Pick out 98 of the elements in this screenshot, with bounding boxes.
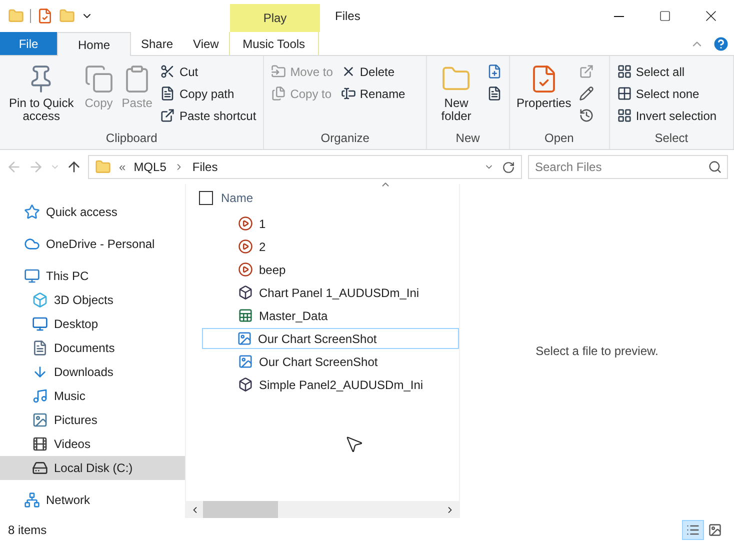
column-header[interactable]: Name bbox=[221, 191, 254, 205]
monitor-icon bbox=[24, 268, 40, 284]
ribbon-button[interactable]: Paste shortcut bbox=[157, 106, 260, 125]
scissors-icon bbox=[160, 64, 176, 79]
group-label: New bbox=[454, 131, 481, 147]
folder-icon bbox=[95, 159, 111, 175]
shortcut-icon bbox=[160, 108, 176, 123]
nav-item[interactable]: Desktop bbox=[0, 312, 185, 336]
star-icon bbox=[24, 204, 40, 220]
group-label: Clipboard bbox=[104, 131, 158, 147]
ribbon-button[interactable]: Invert selection bbox=[614, 106, 720, 125]
ribbon-button[interactable]: Properties bbox=[514, 60, 574, 114]
picture-icon bbox=[32, 412, 48, 428]
nav-item[interactable]: Quick access bbox=[0, 200, 185, 224]
nav-item[interactable]: Videos bbox=[0, 432, 185, 456]
invert-selection-icon bbox=[616, 108, 632, 123]
refresh-icon bbox=[502, 160, 515, 174]
spreadsheet-icon bbox=[238, 308, 253, 323]
copy-to-icon bbox=[271, 86, 286, 101]
ribbon-button[interactable]: Select none bbox=[614, 84, 720, 103]
copy-icon bbox=[84, 64, 114, 94]
folder-icon bbox=[8, 8, 24, 24]
new-folder-icon bbox=[59, 8, 75, 24]
file-row[interactable]: 2 bbox=[202, 236, 459, 257]
nav-item[interactable]: Local Disk (C:) bbox=[0, 456, 185, 480]
ribbon-button[interactable]: Rename bbox=[338, 84, 408, 103]
file-row[interactable]: 1 bbox=[202, 213, 459, 234]
ribbon-button[interactable]: Copy path bbox=[157, 84, 260, 103]
ribbon-button[interactable]: New folder bbox=[431, 60, 482, 127]
group-label: Open bbox=[543, 131, 575, 147]
preview-message: Select a file to preview. bbox=[536, 344, 658, 358]
download-arrow-icon bbox=[32, 364, 48, 380]
network-icon bbox=[24, 492, 40, 508]
history-icon bbox=[579, 108, 594, 123]
group-label: Organize bbox=[320, 131, 370, 147]
ribbon-button[interactable]: Select all bbox=[614, 62, 720, 81]
ribbon-tab[interactable]: File bbox=[0, 32, 57, 55]
up-button[interactable] bbox=[66, 159, 82, 175]
rename-icon bbox=[340, 86, 356, 101]
move-to-icon bbox=[271, 64, 286, 79]
audio-file-icon bbox=[238, 216, 253, 231]
image-file-icon bbox=[237, 331, 252, 346]
music-note-icon bbox=[32, 388, 48, 404]
new-item-icon bbox=[486, 64, 502, 79]
nav-item[interactable]: Pictures bbox=[0, 408, 185, 432]
ribbon-button[interactable]: Pin to Quick access bbox=[4, 60, 79, 127]
select-all-icon bbox=[616, 64, 632, 79]
copy-path-icon bbox=[160, 86, 176, 101]
search-icon bbox=[708, 160, 722, 174]
nav-item[interactable]: Network bbox=[0, 488, 185, 512]
film-icon bbox=[32, 436, 48, 452]
file-row[interactable]: Master_Data bbox=[202, 305, 459, 326]
maximize-icon bbox=[659, 10, 671, 22]
contextual-tab-header: Play bbox=[230, 4, 320, 32]
file-row[interactable]: beep bbox=[202, 259, 459, 280]
breadcrumb-overflow[interactable]: « bbox=[119, 160, 126, 174]
horizontal-scrollbar[interactable] bbox=[186, 501, 459, 518]
ribbon-tab[interactable]: Music Tools bbox=[228, 32, 319, 55]
ribbon-tab[interactable]: View bbox=[183, 32, 229, 55]
ribbon-button[interactable]: Cut bbox=[157, 62, 260, 81]
details-view-icon bbox=[686, 523, 700, 537]
cloud-icon bbox=[24, 236, 40, 252]
breadcrumb[interactable]: Files bbox=[192, 160, 218, 174]
audio-file-icon bbox=[238, 262, 253, 277]
cube-icon bbox=[32, 292, 48, 308]
file-row[interactable]: Our Chart ScreenShot bbox=[202, 328, 459, 349]
group-label: Select bbox=[654, 131, 690, 147]
window-title: Files bbox=[335, 8, 362, 25]
select-none-icon bbox=[616, 86, 632, 101]
audio-file-icon bbox=[238, 239, 253, 254]
address-bar[interactable]: « MQL5 Files bbox=[88, 155, 522, 179]
item-count: 8 items bbox=[8, 523, 47, 537]
properties-icon bbox=[37, 8, 53, 24]
ribbon-tab[interactable]: Home bbox=[57, 32, 131, 56]
select-all-checkbox[interactable] bbox=[199, 191, 213, 205]
ribbon-button[interactable]: Delete bbox=[338, 62, 408, 81]
nav-item[interactable]: Downloads bbox=[0, 360, 185, 384]
breadcrumb[interactable]: MQL5 bbox=[134, 160, 166, 174]
view-button[interactable] bbox=[682, 520, 704, 540]
nav-item[interactable]: OneDrive - Personal bbox=[0, 232, 185, 256]
help-icon bbox=[712, 34, 730, 52]
nav-item[interactable]: Documents bbox=[0, 336, 185, 360]
desktop-icon bbox=[32, 316, 48, 332]
drive-icon bbox=[32, 460, 48, 476]
document-icon bbox=[32, 340, 48, 356]
file-row[interactable]: Our Chart ScreenShot bbox=[202, 351, 459, 372]
file-row[interactable]: Simple Panel2_AUDUSDm_Ini bbox=[202, 374, 459, 395]
nav-item[interactable]: This PC bbox=[0, 264, 185, 288]
open-icon bbox=[579, 64, 594, 79]
nav-item[interactable]: Music bbox=[0, 384, 185, 408]
ribbon-tab[interactable]: Share bbox=[131, 32, 184, 55]
mouse-cursor-icon bbox=[344, 434, 364, 454]
nav-item[interactable]: 3D Objects bbox=[0, 288, 185, 312]
pencil-icon bbox=[579, 86, 594, 101]
file-row[interactable]: Chart Panel 1_AUDUSDm_Ini bbox=[202, 282, 459, 303]
image-file-icon bbox=[238, 354, 253, 369]
large-icons-view-icon bbox=[708, 523, 722, 537]
search-field[interactable]: Search Files bbox=[528, 155, 728, 179]
